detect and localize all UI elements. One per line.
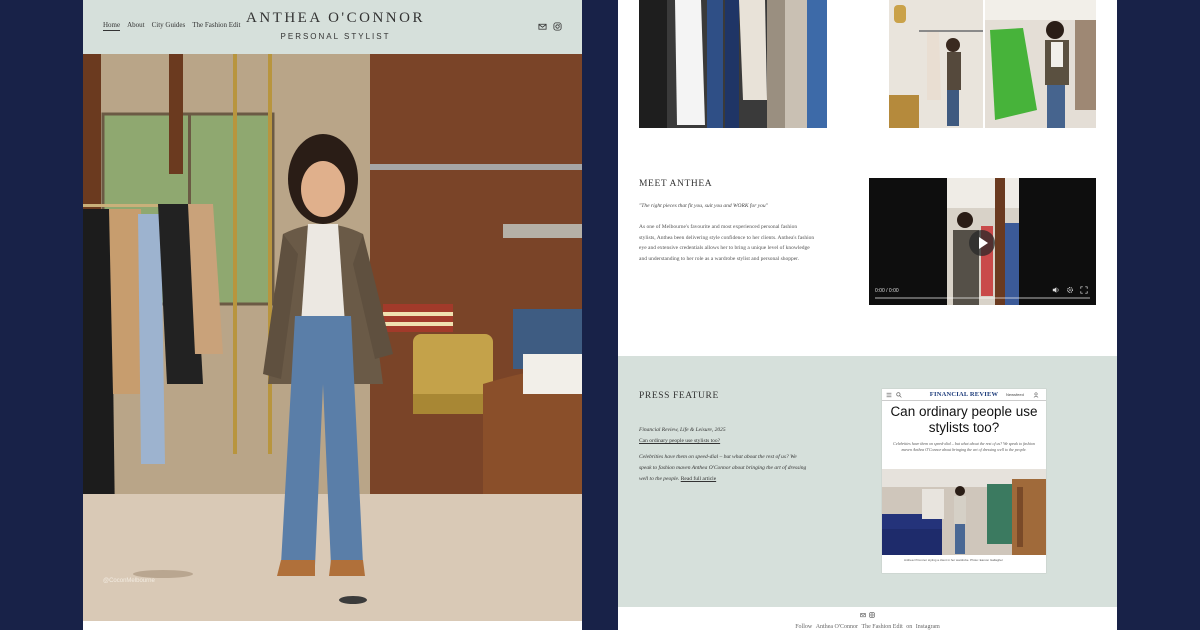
footer-email-icon[interactable] xyxy=(860,612,866,618)
account-icon xyxy=(1033,392,1039,398)
article-headline: Can ordinary people use stylists too? xyxy=(890,404,1038,435)
homepage-panel: Home About City Guides The Fashion Edit … xyxy=(83,0,582,630)
article-preview[interactable]: FINANCIAL REVIEW Newsfeed Can ordinary p… xyxy=(882,389,1046,573)
press-section: PRESS FEATURE Financial Review, Life & L… xyxy=(618,356,1117,607)
boutique-scene xyxy=(83,54,582,621)
volume-icon[interactable] xyxy=(1052,286,1060,294)
article-photo-caption: Anthea O'Connor styling a client in her … xyxy=(904,558,1003,562)
about-panel: MEET ANTHEA "The right pieces that fit y… xyxy=(618,0,1117,630)
nav-city-guides[interactable]: City Guides xyxy=(152,21,186,31)
gallery-photo-green-dress xyxy=(985,0,1096,128)
play-button[interactable] xyxy=(969,230,995,256)
gallery-photo-wardrobe xyxy=(639,0,827,128)
hero-photo: @CoconMelbourne xyxy=(83,54,582,621)
nav-home[interactable]: Home xyxy=(103,21,121,31)
settings-icon[interactable] xyxy=(1066,286,1074,294)
nav-about[interactable]: About xyxy=(127,21,145,31)
video-progress-bar[interactable] xyxy=(875,297,1090,299)
footer-link-fashion-edit[interactable]: The Fashion Edit xyxy=(861,624,902,630)
hero-photo-credit: @CoconMelbourne xyxy=(103,578,155,584)
meet-quote: "The right pieces that fit you, suit you… xyxy=(639,203,768,209)
meet-bio: As one of Melbourne's favourite and most… xyxy=(639,224,815,262)
footer-social-icons xyxy=(860,612,875,618)
footer-link-anthea[interactable]: Anthea O'Connor xyxy=(816,624,858,630)
footer-link-instagram[interactable]: Instagram xyxy=(916,624,940,630)
read-full-article-link[interactable]: Read full article xyxy=(681,476,716,482)
article-topbar: FINANCIAL REVIEW Newsfeed xyxy=(882,389,1046,401)
fullscreen-icon[interactable] xyxy=(1080,286,1088,294)
header-social-icons xyxy=(538,22,562,31)
article-newsfeed: Newsfeed xyxy=(1006,392,1024,397)
brand-subtitle: PERSONAL STYLIST xyxy=(280,32,391,41)
footer-link-on[interactable]: on xyxy=(906,624,912,630)
press-heading: PRESS FEATURE xyxy=(639,391,719,401)
email-icon[interactable] xyxy=(538,22,547,31)
press-description-text: Celebrities have them on speed-dial – bu… xyxy=(639,454,807,482)
instagram-icon[interactable] xyxy=(553,22,562,31)
footer-link-follow[interactable]: Follow xyxy=(795,624,812,630)
article-photo xyxy=(882,469,1046,555)
press-description: Celebrities have them on speed-dial – bu… xyxy=(639,452,809,485)
press-article-link[interactable]: Can ordinary people use stylists too? xyxy=(639,438,720,444)
press-source: Financial Review, Life & Leisure, 2025 xyxy=(639,427,726,433)
site-header: Home About City Guides The Fashion Edit … xyxy=(83,0,582,54)
site-footer: Follow Anthea O'Connor The Fashion Edit … xyxy=(618,607,1117,630)
video-time: 0:00 / 0:00 xyxy=(875,288,899,294)
footer-links: Follow Anthea O'Connor The Fashion Edit … xyxy=(618,624,1117,630)
footer-instagram-icon[interactable] xyxy=(869,612,875,618)
meet-heading: MEET ANTHEA xyxy=(639,179,713,189)
video-player[interactable]: 0:00 / 0:00 xyxy=(869,178,1096,305)
gallery-photo-rail xyxy=(889,0,983,128)
article-standfirst: Celebrities have them on speed-dial – bu… xyxy=(893,441,1035,452)
brand-name: ANTHEA O'CONNOR xyxy=(246,10,425,26)
